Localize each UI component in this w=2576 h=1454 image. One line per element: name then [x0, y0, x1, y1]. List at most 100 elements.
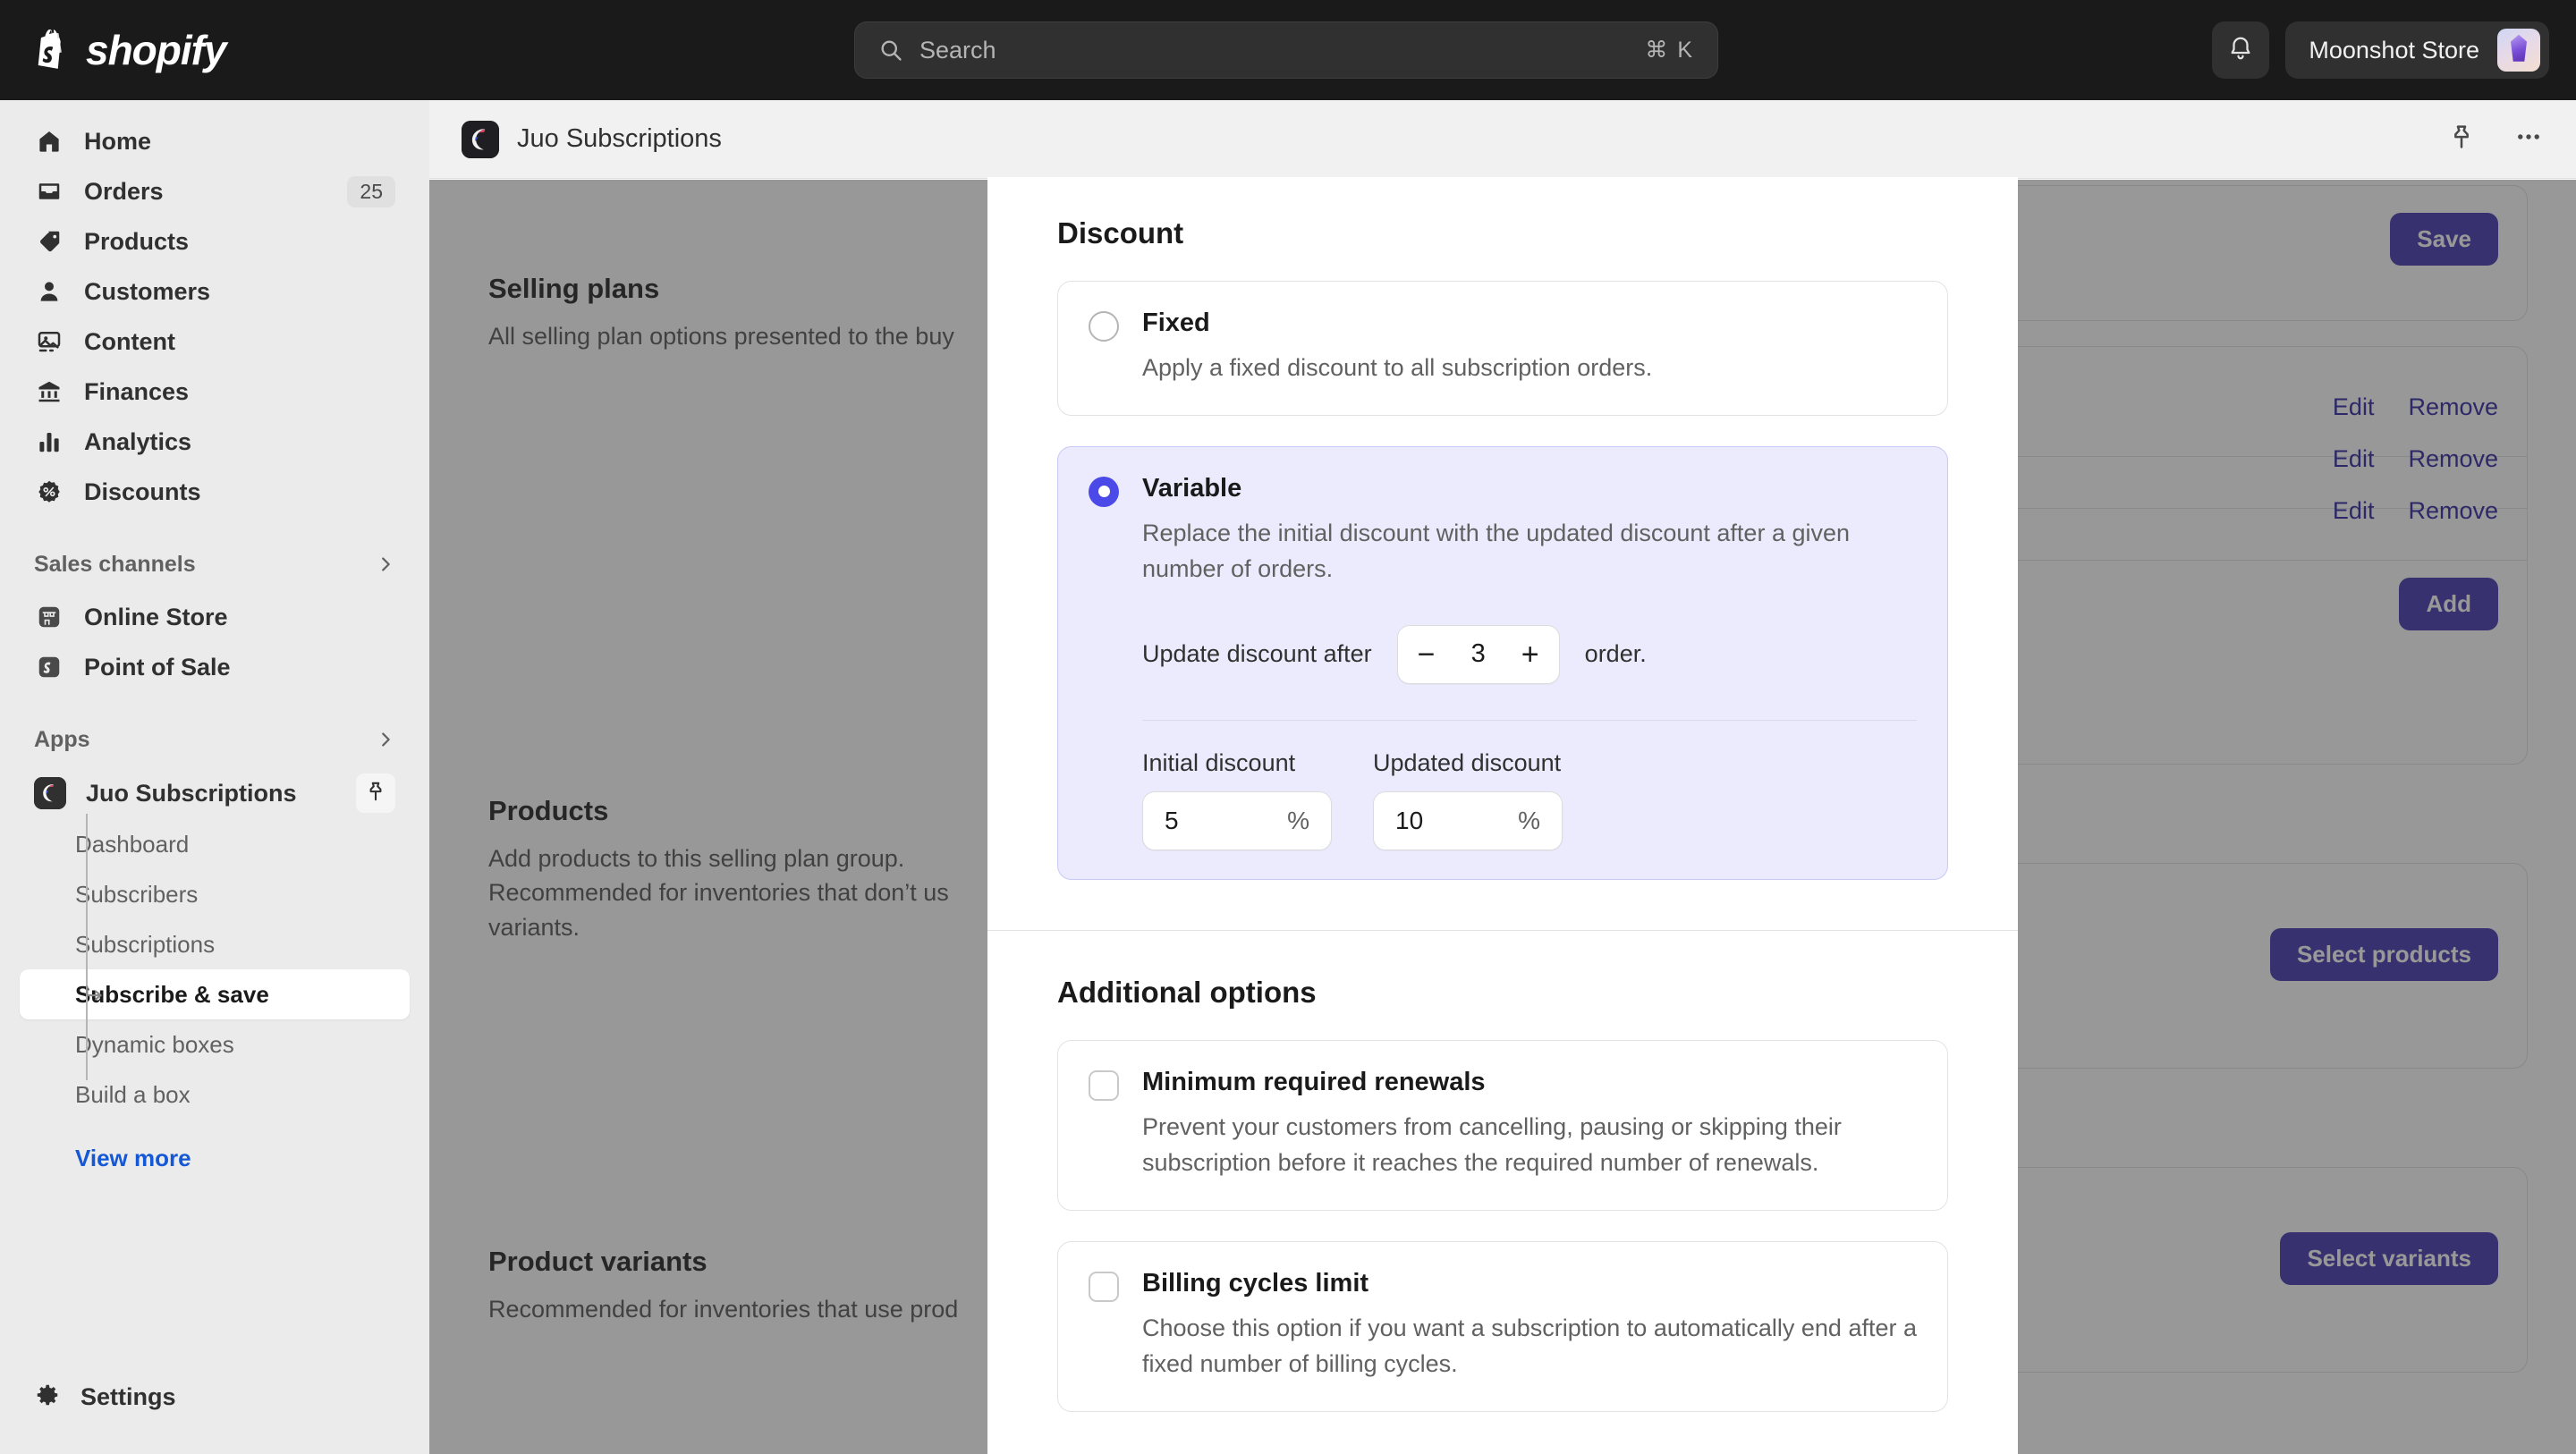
settings-label: Settings [80, 1382, 176, 1410]
sidebar-item-orders[interactable]: Orders 25 [20, 166, 410, 216]
sidebar-item-point-of-sale[interactable]: Point of Sale [20, 642, 410, 692]
discount-option-variable[interactable]: Variable Replace the initial discount wi… [1057, 445, 1948, 880]
sub-item-label: Dashboard [75, 830, 190, 858]
store-switcher-button[interactable]: Moonshot Store [2285, 21, 2549, 79]
percent-unit: % [1287, 806, 1309, 834]
sidebar-item-subscribers[interactable]: Subscribers [20, 869, 410, 919]
home-icon [34, 126, 64, 156]
top-bar: shopify Search ⌘ K Moonshot Store [0, 0, 2576, 100]
radio-fixed[interactable] [1089, 311, 1119, 342]
sidebar: Home Orders 25 Products Customers Conten… [0, 100, 429, 1454]
sub-item-label: Dynamic boxes [75, 1030, 234, 1058]
sidebar-item-label: Point of Sale [84, 653, 231, 681]
sidebar-item-settings[interactable]: Settings [20, 1372, 410, 1422]
bar-chart-icon [34, 427, 64, 457]
option-description: Prevent your customers from cancelling, … [1142, 1112, 1842, 1176]
shopify-wordmark: shopify [86, 27, 227, 73]
pin-app-button[interactable] [356, 773, 395, 813]
sub-item-label: Build a box [75, 1080, 191, 1108]
sub-item-label: Subscribers [75, 880, 199, 908]
option-label: Billing cycles limit [1142, 1268, 1369, 1298]
sidebar-item-label: Products [84, 227, 190, 255]
checkbox-billing-cycles-limit[interactable] [1089, 1271, 1119, 1302]
option-description: Apply a fixed discount to all subscripti… [1142, 354, 1653, 381]
minus-icon[interactable]: − [1418, 639, 1436, 670]
percent-unit: % [1518, 806, 1540, 834]
pin-icon [364, 780, 387, 807]
option-label: Minimum required renewals [1142, 1067, 1486, 1096]
view-more-label: View more [75, 1144, 191, 1171]
sidebar-item-label: Discounts [84, 478, 201, 505]
option-minimum-required-renewals[interactable]: Minimum required renewals Prevent your c… [1057, 1039, 1948, 1211]
option-description: Replace the initial discount with the up… [1142, 519, 1851, 582]
sidebar-item-online-store[interactable]: Online Store [20, 592, 410, 642]
discount-option-fixed[interactable]: Fixed Apply a fixed discount to all subs… [1057, 281, 1948, 416]
sales-channels-header[interactable]: Sales channels [34, 544, 395, 585]
search-shortcut: ⌘ K [1645, 38, 1694, 63]
updated-discount-input[interactable]: 10 % [1373, 790, 1563, 850]
initial-discount-label: Initial discount [1142, 748, 1296, 776]
radio-variable[interactable] [1089, 476, 1119, 507]
sidebar-item-customers[interactable]: Customers [20, 266, 410, 317]
sidebar-item-discounts[interactable]: Discounts [20, 467, 410, 517]
shopify-bag-icon [32, 28, 73, 72]
divider [1142, 719, 1917, 721]
sidebar-item-label: Home [84, 127, 152, 155]
sidebar-item-subscriptions[interactable]: Subscriptions [20, 919, 410, 969]
search-icon [878, 38, 903, 63]
juo-app-icon [34, 777, 66, 809]
sidebar-item-label: Analytics [84, 427, 192, 455]
shopify-logo[interactable]: shopify [32, 26, 227, 74]
initial-discount-input[interactable]: 5 % [1142, 790, 1332, 850]
option-billing-cycles-limit[interactable]: Billing cycles limit Choose this option … [1057, 1240, 1948, 1412]
search-placeholder: Search [919, 36, 996, 63]
sidebar-item-dynamic-boxes[interactable]: Dynamic boxes [20, 1019, 410, 1069]
apps-heading: Apps [34, 726, 90, 752]
sidebar-item-label: Customers [84, 277, 211, 305]
order-count-stepper[interactable]: − 3 + [1396, 624, 1560, 684]
sidebar-item-label: Finances [84, 377, 190, 405]
arrow-elbow-icon [82, 983, 106, 1006]
avatar [2497, 29, 2540, 72]
discount-heading: Discount [1057, 216, 1184, 249]
chevron-right-icon [376, 554, 395, 574]
updated-discount-label: Updated discount [1373, 748, 1562, 776]
plus-icon[interactable]: + [1521, 639, 1539, 670]
update-after-suffix: order. [1584, 640, 1647, 668]
sidebar-item-build-a-box[interactable]: Build a box [20, 1069, 410, 1120]
apps-header[interactable]: Apps [34, 719, 395, 760]
option-description: Choose this option if you want a subscri… [1142, 1314, 1917, 1377]
updated-discount-value: 10 [1395, 806, 1424, 834]
page-title: Juo Subscriptions [517, 124, 722, 153]
order-count-value: 3 [1470, 639, 1486, 669]
sidebar-item-products[interactable]: Products [20, 216, 410, 266]
sidebar-item-analytics[interactable]: Analytics [20, 417, 410, 467]
sidebar-item-juo-subscriptions[interactable]: Juo Subscriptions [20, 767, 410, 819]
discount-icon [34, 477, 64, 507]
tag-icon [34, 226, 64, 257]
sales-channels-heading: Sales channels [34, 551, 196, 577]
orders-count-badge: 25 [347, 175, 395, 207]
sidebar-item-finances[interactable]: Finances [20, 367, 410, 417]
additional-options-heading: Additional options [1057, 975, 1317, 1009]
juo-subnav: Dashboard Subscribers Subscriptions Subs… [0, 814, 429, 1180]
sidebar-item-label: Orders [84, 177, 164, 205]
sidebar-item-label: Online Store [84, 603, 228, 630]
notifications-button[interactable] [2212, 21, 2270, 79]
pos-icon [34, 652, 64, 682]
option-label: Variable [1142, 473, 1242, 503]
gear-icon [34, 1382, 61, 1413]
sidebar-item-content[interactable]: Content [20, 317, 410, 367]
sidebar-item-home[interactable]: Home [20, 116, 410, 166]
pin-icon[interactable] [2447, 123, 2476, 156]
checkbox-minimum-required-renewals[interactable] [1089, 1069, 1119, 1101]
sidebar-item-subscribe-and-save[interactable]: Subscribe & save [20, 969, 410, 1019]
view-more-link[interactable]: View more [20, 1136, 410, 1180]
bell-icon [2227, 35, 2254, 66]
person-icon [34, 276, 64, 307]
search-input[interactable]: Search ⌘ K [854, 21, 1718, 79]
sidebar-item-dashboard[interactable]: Dashboard [20, 819, 410, 869]
ellipsis-icon[interactable] [2513, 122, 2544, 156]
chevron-right-icon [376, 730, 395, 749]
store-icon [34, 602, 64, 632]
